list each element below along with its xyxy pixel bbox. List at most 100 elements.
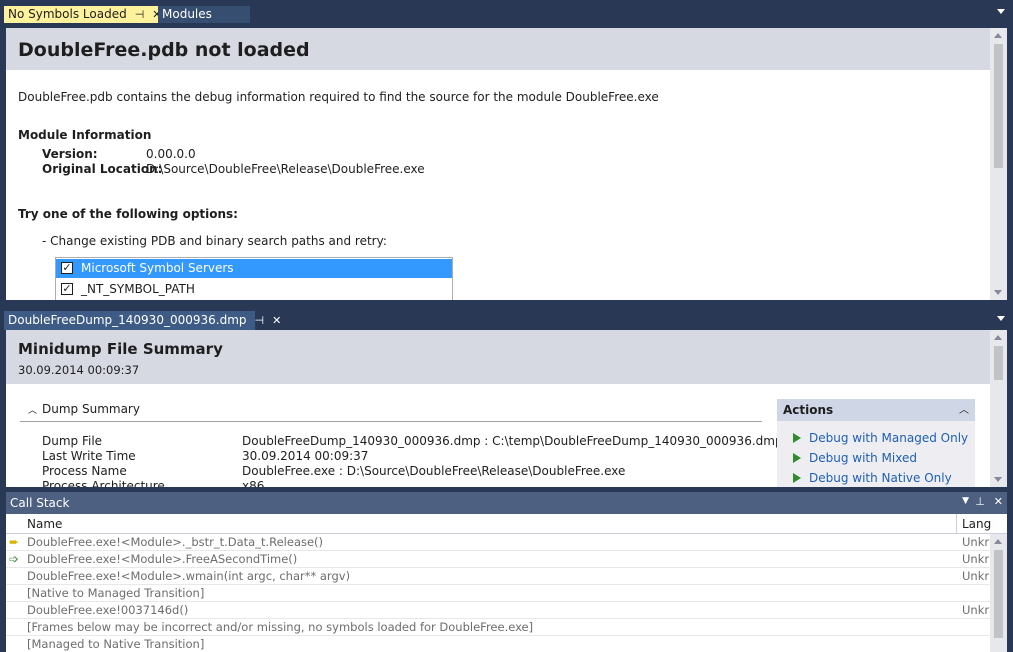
dump-timestamp: 30.09.2014 00:09:37 xyxy=(18,363,140,377)
close-icon[interactable]: ✕ xyxy=(272,311,281,330)
call-stack-titlebar[interactable]: Call Stack ▼ ⊥ ✕ xyxy=(6,492,1007,514)
chevron-up-icon[interactable]: ︿ xyxy=(959,401,969,416)
frame-name: [Frames below may be incorrect and/or mi… xyxy=(27,620,534,634)
return-point-arrow-icon: ➩ xyxy=(9,552,20,566)
dump-summary-section-header[interactable]: ︿ Dump Summary xyxy=(20,400,762,422)
document-pane-dump: DoubleFreeDump_140930_000936.dmp ⊣ ✕ Minid… xyxy=(0,307,1013,487)
document-pane-top: No Symbols Loaded ⊣ ✕ Modules DoubleFree.p… xyxy=(0,0,1013,302)
frame-lang: Unkr xyxy=(962,569,990,583)
scroll-down-icon[interactable] xyxy=(994,477,1002,482)
description-text: DoubleFree.pdb contains the debug inform… xyxy=(18,90,659,104)
frame-name: [Native to Managed Transition] xyxy=(27,586,205,600)
call-stack-grid: Name Lang ➨ DoubleFree.exe!<Module>._bst… xyxy=(6,514,1007,652)
table-row[interactable]: DoubleFree.exe!0037146d() Unkr xyxy=(6,602,990,619)
tab-label: No Symbols Loaded xyxy=(8,7,127,21)
column-divider[interactable] xyxy=(956,514,957,534)
tab-modules[interactable]: Modules xyxy=(158,6,250,23)
search-paths-list[interactable]: ✓ Microsoft Symbol Servers ✓ _NT_SYMBOL_… xyxy=(55,257,453,300)
version-value: 0.00.0.0 xyxy=(146,147,196,161)
checkbox-icon[interactable]: ✓ xyxy=(61,262,73,274)
action-debug-managed[interactable]: Debug with Managed Only xyxy=(793,431,968,445)
vertical-scrollbar[interactable] xyxy=(990,330,1007,487)
frame-name: DoubleFree.exe!<Module>.FreeASecondTime(… xyxy=(27,552,298,566)
play-icon xyxy=(793,473,801,483)
column-header-lang[interactable]: Lang xyxy=(962,517,991,531)
scroll-thumb[interactable] xyxy=(994,550,1003,638)
document-tabstrip-dump: DoubleFreeDump_140930_000936.dmp ⊣ ✕ xyxy=(0,307,1013,330)
table-row[interactable]: [Managed to Native Transition] xyxy=(6,636,990,652)
dropdown-icon[interactable]: ▼ xyxy=(962,496,969,506)
frame-lang: Unkr xyxy=(962,552,990,566)
page-title: DoubleFree.pdb not loaded xyxy=(18,39,310,61)
page-header-banner: DoubleFree.pdb not loaded xyxy=(6,28,990,70)
call-stack-window: Call Stack ▼ ⊥ ✕ Name Lang ➨ DoubleFree.… xyxy=(0,492,1013,652)
chevron-up-icon[interactable]: ︿ xyxy=(28,403,37,416)
frame-lang: Unkr xyxy=(962,603,990,617)
document-tabstrip-top: No Symbols Loaded ⊣ ✕ Modules xyxy=(0,0,1013,23)
actions-header[interactable]: Actions ︿ xyxy=(777,399,975,421)
minidump-summary-page: Minidump File Summary 30.09.2014 00:09:3… xyxy=(6,330,1007,487)
table-row[interactable]: ➨ DoubleFree.exe!<Module>._bstr_t.Data_t… xyxy=(6,534,990,551)
row-value: 30.09.2014 00:09:37 xyxy=(242,449,369,463)
location-label: Original Location: xyxy=(42,162,163,176)
scroll-up-icon[interactable] xyxy=(994,539,1002,544)
scroll-thumb[interactable] xyxy=(994,346,1003,380)
row-label: Dump File xyxy=(42,434,103,448)
list-item-nt-symbol-path[interactable]: ✓ _NT_SYMBOL_PATH xyxy=(56,280,452,299)
tab-dump-file[interactable]: DoubleFreeDump_140930_000936.dmp ⊣ ✕ xyxy=(4,311,281,330)
actions-title: Actions xyxy=(783,403,834,417)
list-item-label: Microsoft Symbol Servers xyxy=(81,261,234,275)
play-icon xyxy=(793,453,801,463)
table-row[interactable]: DoubleFree.exe!<Module>.wmain(int argc, … xyxy=(6,568,990,585)
no-symbols-page: DoubleFree.pdb not loaded DoubleFree.pdb… xyxy=(6,28,1007,300)
table-row[interactable]: [Frames below may be incorrect and/or mi… xyxy=(6,619,990,636)
scroll-up-icon[interactable] xyxy=(994,33,1002,38)
frame-lang: Unkr xyxy=(962,535,990,549)
pin-icon[interactable]: ⊣ xyxy=(135,6,145,23)
option-change-search-paths: - Change existing PDB and binary search … xyxy=(42,234,387,248)
current-frame-arrow-icon: ➨ xyxy=(9,535,20,549)
window-title: Call Stack xyxy=(10,496,70,510)
module-info-heading: Module Information xyxy=(18,128,152,142)
table-row[interactable]: ➩ DoubleFree.exe!<Module>.FreeASecondTim… xyxy=(6,551,990,568)
section-title: Dump Summary xyxy=(42,402,140,416)
grid-header: Name Lang xyxy=(6,514,1007,534)
scroll-down-icon[interactable] xyxy=(994,290,1002,295)
location-value: D:\Source\DoubleFree\Release\DoubleFree.… xyxy=(146,162,425,176)
action-debug-mixed[interactable]: Debug with Mixed xyxy=(793,451,917,465)
table-row[interactable]: [Native to Managed Transition] xyxy=(6,585,990,602)
page-header-banner: Minidump File Summary 30.09.2014 00:09:3… xyxy=(6,330,990,384)
action-debug-native[interactable]: Debug with Native Only xyxy=(793,471,952,485)
tab-label: Modules xyxy=(162,7,212,21)
list-item-microsoft-symbol-servers[interactable]: ✓ Microsoft Symbol Servers xyxy=(56,259,452,278)
pin-icon[interactable]: ⊣ xyxy=(255,311,265,330)
row-label: Process Architecture xyxy=(42,479,165,487)
row-value: x86 xyxy=(242,479,265,487)
page-title: Minidump File Summary xyxy=(18,340,223,358)
checkbox-icon[interactable]: ✓ xyxy=(61,283,73,295)
row-value: DoubleFreeDump_140930_000936.dmp : C:\te… xyxy=(242,434,783,448)
frame-name: DoubleFree.exe!0037146d() xyxy=(27,603,189,617)
row-label: Last Write Time xyxy=(42,449,136,463)
frame-name: DoubleFree.exe!<Module>._bstr_t.Data_t.R… xyxy=(27,535,324,549)
tab-label: DoubleFreeDump_140930_000936.dmp xyxy=(8,313,247,327)
scroll-thumb[interactable] xyxy=(994,44,1003,168)
scroll-up-icon[interactable] xyxy=(994,335,1002,340)
column-header-name[interactable]: Name xyxy=(27,517,62,531)
row-label: Process Name xyxy=(42,464,127,478)
frame-name: DoubleFree.exe!<Module>.wmain(int argc, … xyxy=(27,569,351,583)
vertical-scrollbar[interactable] xyxy=(990,28,1007,300)
tab-overflow-dropdown-icon[interactable] xyxy=(997,316,1005,321)
options-heading: Try one of the following options: xyxy=(18,207,238,221)
play-icon xyxy=(793,433,801,443)
vertical-scrollbar[interactable] xyxy=(990,534,1007,652)
version-label: Version: xyxy=(42,147,98,161)
close-icon[interactable]: ✕ xyxy=(994,495,1003,508)
actions-panel: Actions ︿ Debug with Managed Only Debug … xyxy=(777,399,975,487)
tab-overflow-dropdown-icon[interactable] xyxy=(997,9,1005,14)
frame-name: [Managed to Native Transition] xyxy=(27,637,205,651)
row-value: DoubleFree.exe : D:\Source\DoubleFree\Re… xyxy=(242,464,626,478)
tab-no-symbols-loaded[interactable]: No Symbols Loaded ⊣ ✕ xyxy=(4,6,162,23)
list-item-label: _NT_SYMBOL_PATH xyxy=(81,282,195,296)
pin-icon[interactable]: ⊥ xyxy=(975,495,985,508)
